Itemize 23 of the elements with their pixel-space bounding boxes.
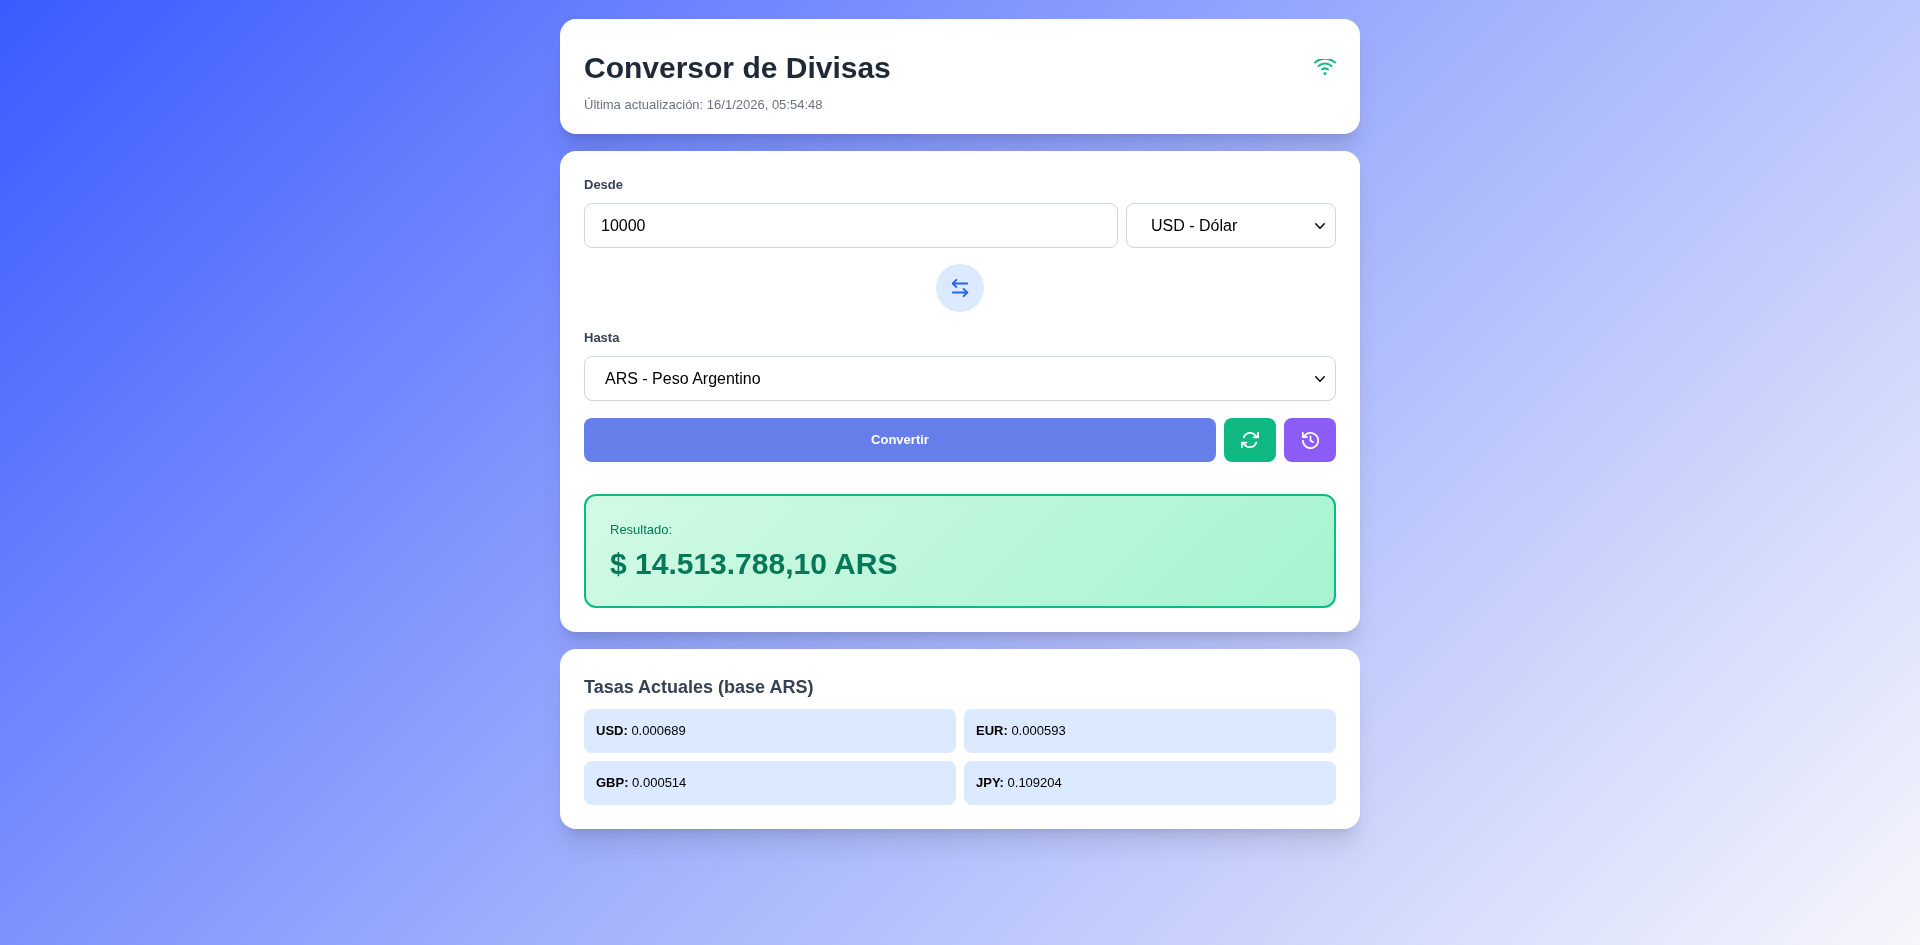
amount-input[interactable]: 10000 bbox=[584, 203, 1118, 248]
convert-button[interactable]: Convertir bbox=[584, 418, 1216, 462]
rate-item: EUR: 0.000593 bbox=[964, 709, 1336, 753]
chevron-down-icon bbox=[1315, 222, 1325, 229]
rate-item: USD: 0.000689 bbox=[584, 709, 956, 753]
currency-select[interactable]: ARS - Peso Argentino bbox=[584, 356, 1336, 401]
history-icon bbox=[1301, 431, 1319, 449]
result-label: Resultado: bbox=[610, 521, 673, 539]
history-button[interactable] bbox=[1284, 418, 1336, 462]
rate-item: JPY: 0.109204 bbox=[964, 761, 1336, 805]
to-label: Hasta bbox=[584, 329, 620, 347]
from-label: Desde bbox=[584, 176, 624, 194]
swap-button[interactable] bbox=[936, 264, 984, 312]
swap-arrows-icon bbox=[951, 279, 969, 297]
rates-title: Tasas Actuales (base ARS) bbox=[584, 676, 814, 699]
result-value: $ 14.513.788,10 ARS bbox=[610, 546, 898, 582]
last-updated-text: Última actualización: 16/1/2026, 05:54:48 bbox=[584, 96, 824, 114]
chevron-down-icon bbox=[1315, 375, 1325, 382]
refresh-icon bbox=[1241, 431, 1259, 449]
refresh-button[interactable] bbox=[1224, 418, 1276, 462]
currency-select[interactable]: USD - Dólar bbox=[1126, 203, 1336, 248]
rate-item: GBP: 0.000514 bbox=[584, 761, 956, 805]
app-title: Conversor de Divisas bbox=[584, 50, 891, 86]
